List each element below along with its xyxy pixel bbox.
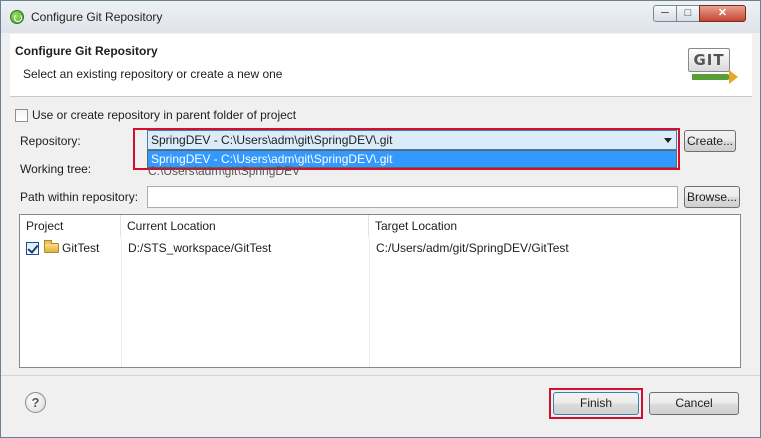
column-header-project[interactable]: Project (20, 215, 121, 237)
working-tree-value: C:\Users\adm\git\SpringDEV (148, 164, 301, 178)
window-title: Configure Git Repository (31, 10, 163, 24)
minimize-button[interactable]: ─ (653, 5, 677, 22)
project-name: GitTest (62, 241, 100, 255)
table-row[interactable]: GitTest D:/STS_workspace/GitTest C:/User… (20, 237, 740, 259)
column-header-current-location[interactable]: Current Location (121, 215, 369, 237)
dialog-header: Configure Git Repository Select an exist… (10, 34, 752, 97)
project-checkbox[interactable] (26, 242, 39, 255)
working-tree-label: Working tree: (20, 162, 92, 176)
path-within-repo-label: Path within repository: (20, 190, 139, 204)
footer-divider (1, 375, 760, 376)
column-header-target-location[interactable]: Target Location (369, 215, 740, 237)
projects-table: Project Current Location Target Location… (19, 214, 741, 368)
git-logo-text: GIT (688, 48, 730, 72)
git-logo-icon: GIT (688, 48, 738, 84)
use-parent-folder-label[interactable]: Use or create repository in parent folde… (32, 108, 296, 122)
spring-app-icon (10, 10, 24, 24)
maximize-button[interactable]: □ (676, 5, 700, 22)
configure-git-dialog: Configure Git Repository ─ □ ✕ Configure… (0, 0, 761, 438)
current-location: D:/STS_workspace/GitTest (128, 241, 272, 255)
finish-button[interactable]: Finish (553, 392, 639, 415)
title-bar: Configure Git Repository ─ □ ✕ (1, 1, 760, 33)
use-parent-folder-checkbox[interactable] (15, 109, 28, 122)
create-button[interactable]: Create... (684, 130, 736, 152)
help-icon[interactable]: ? (25, 392, 46, 413)
header-subtitle: Select an existing repository or create … (23, 67, 283, 81)
path-within-repo-input[interactable] (147, 186, 678, 208)
close-button[interactable]: ✕ (699, 5, 746, 22)
repository-label: Repository: (20, 134, 81, 148)
dialog-body: Use or create repository in parent folde… (10, 98, 752, 374)
folder-icon (44, 240, 59, 253)
cancel-button[interactable]: Cancel (649, 392, 739, 415)
header-title: Configure Git Repository (15, 44, 158, 58)
target-location: C:/Users/adm/git/SpringDEV/GitTest (376, 241, 569, 255)
browse-button[interactable]: Browse... (684, 186, 740, 208)
git-logo-arrow (692, 70, 738, 84)
